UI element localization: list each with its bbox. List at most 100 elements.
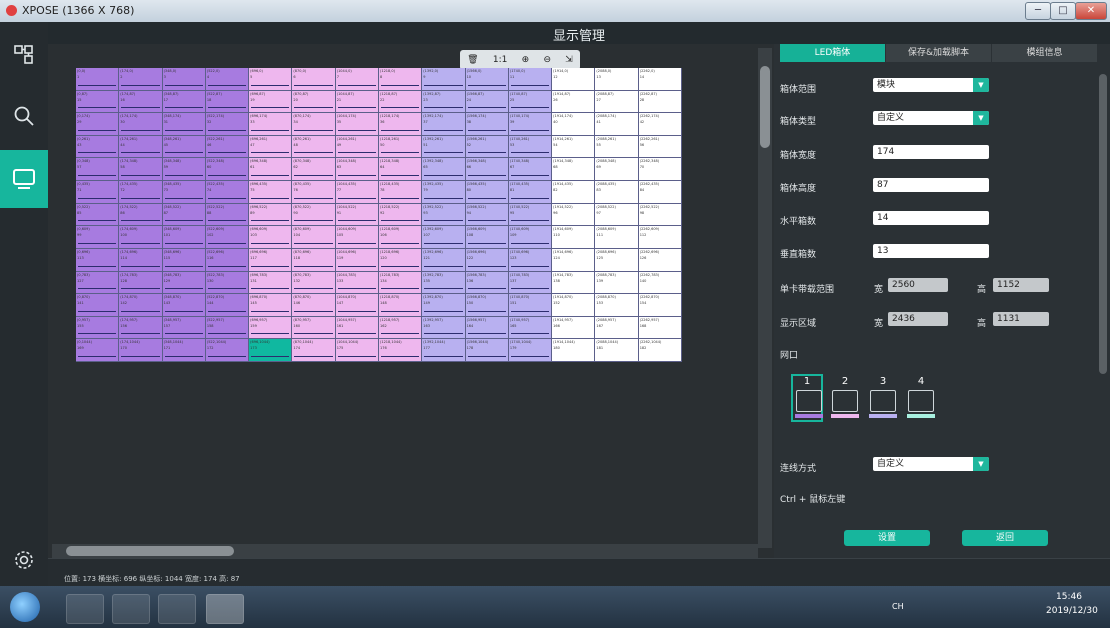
cabinet-cell[interactable]: (1566,348) 66 [465, 158, 509, 182]
cabinet-cell[interactable]: (0,609) 99 [76, 226, 120, 249]
cabinet-cell[interactable]: (1566,609) 108 [465, 226, 509, 249]
cabinet-cell[interactable]: (1914,174) 40 [552, 113, 596, 136]
set-button[interactable]: 设置 [844, 530, 930, 546]
cabinet-cell[interactable]: (1914,87) 26 [552, 90, 596, 114]
cabinet-cell[interactable]: (1566,0) 10 [465, 68, 509, 91]
cabinet-cell[interactable]: (1392,957) 163 [422, 316, 466, 340]
cabinet-cell[interactable]: (1914,1044) 180 [552, 339, 596, 362]
cabinet-cell[interactable]: (1218,1044) 176 [378, 339, 423, 362]
cabinet-cell[interactable]: (1740,1044) 179 [508, 339, 553, 362]
cabinet-cell[interactable]: (870,783) 132 [292, 271, 336, 295]
cabinet-cell[interactable]: (870,348) 62 [292, 158, 336, 182]
port-1-button[interactable]: 1 [791, 374, 823, 422]
cabinet-cell[interactable]: (1392,348) 65 [422, 158, 466, 182]
cabinet-cell[interactable]: (522,1044) 172 [205, 339, 250, 362]
back-button[interactable]: 返回 [962, 530, 1048, 546]
cabinet-cell[interactable]: (696,261) 47 [249, 135, 293, 159]
cabinet-cell[interactable]: (1392,87) 23 [422, 90, 466, 114]
cabinet-cell[interactable]: (1740,348) 67 [508, 158, 553, 182]
scroll-thumb[interactable] [1099, 74, 1107, 374]
cabinet-cell[interactable]: (348,870) 143 [162, 294, 206, 317]
cabinet-cell[interactable]: (1218,87) 22 [378, 90, 423, 114]
cabinet-cell[interactable]: (1740,261) 53 [508, 135, 553, 159]
cabinet-cell[interactable]: (1392,783) 135 [422, 271, 466, 295]
minimize-button[interactable]: ─ [1025, 2, 1051, 20]
cabinet-cell[interactable]: (2262,174) 42 [638, 113, 682, 136]
cabinet-cell[interactable]: (0,870) 141 [76, 294, 120, 317]
cabinet-cell[interactable]: (696,348) 61 [249, 158, 293, 182]
cabinet-cell[interactable]: (696,1044) 173 [249, 339, 293, 362]
cabinet-cell[interactable]: (348,1044) 171 [162, 339, 206, 362]
cabinet-cell[interactable]: (1044,696) 119 [335, 248, 379, 272]
actual-size-button[interactable]: 1:1 [493, 55, 507, 65]
cabinet-cell[interactable]: (870,1044) 174 [292, 339, 336, 362]
cabinet-cell[interactable]: (348,783) 129 [162, 271, 206, 295]
cabinet-cell[interactable]: (174,522) 86 [119, 203, 163, 227]
cabinet-cell[interactable]: (696,87) 19 [249, 90, 293, 114]
cabinet-cell[interactable]: (1044,87) 21 [335, 90, 379, 114]
cabinet-cell[interactable]: (348,435) 73 [162, 181, 206, 204]
cabinet-cell[interactable]: (1914,783) 138 [552, 271, 596, 295]
cabinet-cell[interactable]: (870,957) 160 [292, 316, 336, 340]
cabinet-cell[interactable]: (1218,870) 148 [378, 294, 423, 317]
cabinet-cell[interactable]: (348,348) 59 [162, 158, 206, 182]
cabinet-cell[interactable]: (522,0) 4 [205, 68, 250, 91]
cabinet-cell[interactable]: (348,261) 45 [162, 135, 206, 159]
delete-icon[interactable]: 🗑 [467, 55, 478, 65]
cabinet-cell[interactable]: (2262,522) 98 [638, 203, 682, 227]
port-4-button[interactable]: 4 [905, 376, 937, 422]
cabinet-cell[interactable]: (1218,435) 78 [378, 181, 423, 204]
cabinet-cell[interactable]: (870,696) 118 [292, 248, 336, 272]
cabinet-cell[interactable]: (522,522) 88 [205, 203, 250, 227]
cabinet-cell[interactable]: (0,174) 29 [76, 113, 120, 136]
cabinet-cell[interactable]: (2088,783) 139 [595, 271, 639, 295]
taskbar-app-xpose[interactable] [206, 594, 244, 624]
cabinet-cell[interactable]: (1740,87) 25 [508, 90, 553, 114]
cabinet-cell[interactable]: (1740,0) 11 [508, 68, 553, 91]
language-indicator[interactable]: CH [892, 602, 904, 611]
tab-save-load-script[interactable]: 保存&加载脚本 [886, 44, 992, 62]
cabinet-cell[interactable]: (1740,783) 137 [508, 271, 553, 295]
cabinet-cell[interactable]: (174,870) 142 [119, 294, 163, 317]
canvas-horizontal-scrollbar[interactable] [52, 544, 758, 558]
cabinet-cell[interactable]: (2262,1044) 182 [638, 339, 682, 362]
cabinet-cell[interactable]: (1914,609) 110 [552, 226, 596, 249]
connect-mode-select[interactable]: 自定义 ▼ [873, 457, 989, 471]
cabinet-cell[interactable]: (2088,1044) 181 [595, 339, 639, 362]
cabinet-cell[interactable]: (1044,609) 105 [335, 226, 379, 249]
cabinet-cell[interactable]: (522,261) 46 [205, 135, 250, 159]
cabinet-cell[interactable]: (174,696) 114 [119, 248, 163, 272]
cabinet-cell[interactable]: (1914,348) 68 [552, 158, 596, 182]
cabinet-cell[interactable]: (1566,696) 122 [465, 248, 509, 272]
cabinet-cell[interactable]: (2262,957) 168 [638, 316, 682, 340]
cabinet-cell[interactable]: (1740,870) 151 [508, 294, 553, 317]
cabinet-cell[interactable]: (1914,0) 12 [552, 68, 596, 91]
cabinet-cell[interactable]: (1392,870) 149 [422, 294, 466, 317]
cabinet-cell[interactable]: (1218,0) 8 [378, 68, 423, 91]
cabinet-cell[interactable]: (1914,522) 96 [552, 203, 596, 227]
cabinet-cell[interactable]: (0,261) 43 [76, 135, 120, 159]
cabinet-cell[interactable]: (1218,609) 106 [378, 226, 423, 249]
cabinet-cell[interactable]: (0,957) 155 [76, 316, 120, 340]
cabinet-cell[interactable]: (0,1044) 169 [76, 339, 120, 362]
scroll-thumb[interactable] [66, 546, 234, 556]
cabinet-cell[interactable]: (1566,870) 150 [465, 294, 509, 317]
scroll-thumb[interactable] [760, 66, 770, 148]
cabinet-cell[interactable]: (1218,957) 162 [378, 316, 423, 340]
zoom-in-icon[interactable]: ⊕ [522, 55, 530, 65]
cabinet-cell[interactable]: (1392,696) 121 [422, 248, 466, 272]
cabinet-cell[interactable]: (0,435) 71 [76, 181, 120, 204]
clock-date[interactable]: 2019/12/30 [1046, 606, 1098, 616]
cabinet-grid[interactable]: (0,0) 1 (174,0) 2 (348,0) 3 (522,0) 4 (696,0) 5 (8… [76, 68, 682, 362]
cabinet-cell[interactable]: (1044,522) 91 [335, 203, 379, 227]
cabinet-cell[interactable]: (1044,783) 133 [335, 271, 379, 295]
cabinet-cell[interactable]: (870,174) 34 [292, 113, 336, 136]
cabinet-cell[interactable]: (348,174) 31 [162, 113, 206, 136]
cabinet-cell[interactable]: (1740,174) 39 [508, 113, 553, 136]
cabinet-cell[interactable]: (522,783) 130 [205, 271, 250, 295]
cabinet-cell[interactable]: (1566,87) 24 [465, 90, 509, 114]
cabinet-cell[interactable]: (522,870) 144 [205, 294, 250, 317]
cabinet-cell[interactable]: (870,870) 146 [292, 294, 336, 317]
cabinet-cell[interactable]: (174,348) 58 [119, 158, 163, 182]
cabinet-cell[interactable]: (1218,522) 92 [378, 203, 423, 227]
